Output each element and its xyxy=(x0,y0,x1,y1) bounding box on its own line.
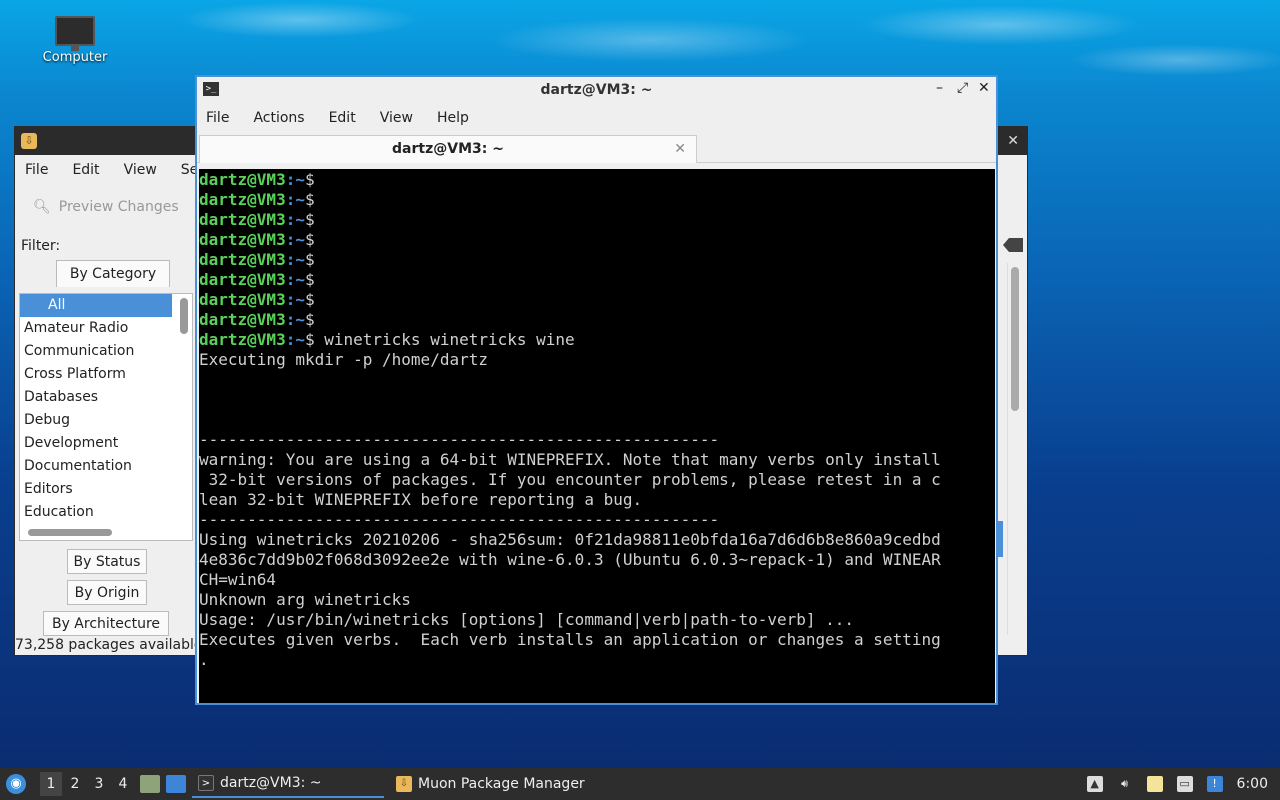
terminal-prompt-line: dartz@VM3:~$ xyxy=(199,210,315,229)
task-muon-label: Muon Package Manager xyxy=(418,776,585,792)
list-item[interactable]: Documentation xyxy=(20,455,172,478)
terminal-prompt-line: dartz@VM3:~$ xyxy=(199,310,315,329)
terminal-window: >_ dartz@VM3: ~ – ⤢ ✕ File Actions Edit … xyxy=(195,75,998,705)
app-menu-icon[interactable]: ◉ xyxy=(6,774,26,794)
terminal-tab[interactable]: dartz@VM3: ~ ✕ xyxy=(199,135,697,163)
terminal-tab-label: dartz@VM3: ~ xyxy=(392,141,504,157)
task-muon[interactable]: ⇩ Muon Package Manager xyxy=(390,770,591,798)
desktop-computer-icon[interactable]: Computer xyxy=(38,16,112,65)
horizontal-scrollbar[interactable] xyxy=(28,529,112,536)
file-manager-icon[interactable] xyxy=(140,775,160,793)
tab-by-architecture[interactable]: By Architecture xyxy=(43,611,169,636)
notification-icon[interactable]: ! xyxy=(1206,776,1223,792)
vertical-scrollbar[interactable] xyxy=(180,298,188,334)
terminal-menubar: File Actions Edit View Help xyxy=(197,103,996,133)
package-icon: ⇩ xyxy=(396,776,412,792)
terminal-icon: >_ xyxy=(203,82,219,96)
terminal-menu-view[interactable]: View xyxy=(380,110,413,126)
task-terminal[interactable]: > dartz@VM3: ~ xyxy=(192,770,384,798)
clipboard-icon[interactable] xyxy=(1146,776,1163,792)
terminal-output[interactable]: dartz@VM3:~$ dartz@VM3:~$ dartz@VM3:~$ dart… xyxy=(199,169,995,703)
terminal-tabbar: dartz@VM3: ~ ✕ xyxy=(197,133,996,163)
list-item[interactable]: Debug xyxy=(20,409,172,432)
desktop-icon-label: Computer xyxy=(42,50,108,65)
terminal-output-line: . xyxy=(199,650,209,669)
terminal-output-line: CH=win64 xyxy=(199,570,277,589)
workspace-3[interactable]: 3 xyxy=(88,772,110,796)
muon-menu-edit[interactable]: Edit xyxy=(72,162,111,178)
list-item[interactable]: Amateur Radio xyxy=(20,317,172,340)
terminal-prompt-line: dartz@VM3:~$ xyxy=(199,230,315,249)
terminal-prompt-line: dartz@VM3:~$ xyxy=(199,270,315,289)
terminal-icon: > xyxy=(198,775,214,791)
terminal-prompt-line: dartz@VM3:~$ xyxy=(199,290,315,309)
terminal-menu-actions[interactable]: Actions xyxy=(253,110,304,126)
terminal-output-line: ----------------------------------------… xyxy=(199,510,720,529)
close-icon[interactable]: ✕ xyxy=(978,80,990,96)
terminal-prompt-line: dartz@VM3:~$ xyxy=(199,250,315,269)
list-item[interactable]: Development xyxy=(20,432,172,455)
filter-label: Filter: xyxy=(21,238,61,254)
list-item[interactable]: Editors xyxy=(20,478,172,501)
workspace-4[interactable]: 4 xyxy=(112,772,134,796)
muon-menu-view[interactable]: View xyxy=(124,162,169,178)
preview-changes-button[interactable]: 🔍︎ Preview Changes xyxy=(33,199,179,215)
volume-icon[interactable]: 🔊︎ xyxy=(1117,776,1133,792)
clock[interactable]: 6:00 xyxy=(1237,776,1268,792)
task-terminal-label: dartz@VM3: ~ xyxy=(220,775,322,791)
packages-status: 73,258 packages available, xyxy=(15,637,207,653)
terminal-prompt-line: dartz@VM3:~$ xyxy=(199,190,315,209)
terminal-output-line: warning: You are using a 64-bit WINEPREF… xyxy=(199,450,941,469)
category-list: All Amateur Radio Communication Cross Pl… xyxy=(19,293,193,541)
terminal-menu-file[interactable]: File xyxy=(206,110,229,126)
minimize-icon[interactable]: – xyxy=(936,80,943,96)
package-list-scrollbar[interactable] xyxy=(1011,267,1019,411)
system-tray: ▲ 🔊︎ ▭ ! 6:00 xyxy=(1086,776,1280,792)
network-icon[interactable]: ▭ xyxy=(1176,776,1193,792)
list-item[interactable]: Education xyxy=(20,501,172,524)
terminal-output-line: lean 32-bit WINEPREFIX before reporting … xyxy=(199,490,643,509)
terminal-prompt-line: dartz@VM3:~$ xyxy=(199,170,315,189)
terminal-title: dartz@VM3: ~ xyxy=(540,82,653,98)
muon-menu-file[interactable]: File xyxy=(25,162,60,178)
terminal-menu-help[interactable]: Help xyxy=(437,110,469,126)
terminal-output-line: Unknown arg winetricks xyxy=(199,590,411,609)
terminal-prompt-line: dartz@VM3:~$ winetricks winetricks wine xyxy=(199,330,575,349)
package-icon: ⇩ xyxy=(21,133,37,149)
terminal-output-line: 4e836c7dd9b02f068d3092ee2e with wine-6.0… xyxy=(199,550,941,569)
updates-icon[interactable]: ▲ xyxy=(1086,776,1103,792)
terminal-output-line: 32-bit versions of packages. If you enco… xyxy=(199,470,941,489)
monitor-icon xyxy=(55,16,95,51)
tab-by-status[interactable]: By Status xyxy=(67,549,147,574)
terminal-output-line: ----------------------------------------… xyxy=(199,430,720,449)
maximize-icon[interactable]: ⤢ xyxy=(957,80,968,96)
terminal-output-line: Executing mkdir -p /home/dartz xyxy=(199,350,488,369)
terminal-titlebar[interactable]: >_ dartz@VM3: ~ – ⤢ ✕ xyxy=(197,77,996,103)
clear-filter-icon[interactable] xyxy=(1003,238,1023,252)
tab-by-category[interactable]: By Category xyxy=(56,260,170,287)
tab-by-origin[interactable]: By Origin xyxy=(67,580,147,605)
terminal-output-line: Executes given verbs. Each verb installs… xyxy=(199,630,941,649)
terminal-output-line: Using winetricks 20210206 - sha256sum: 0… xyxy=(199,530,941,549)
close-icon[interactable]: ✕ xyxy=(1007,133,1019,149)
terminal-output-line: Usage: /usr/bin/winetricks [options] [co… xyxy=(199,610,855,629)
list-item[interactable]: Cross Platform xyxy=(20,363,172,386)
terminal-menu-edit[interactable]: Edit xyxy=(329,110,356,126)
workspace-2[interactable]: 2 xyxy=(64,772,86,796)
list-item[interactable]: All xyxy=(20,294,172,317)
search-icon: 🔍︎ xyxy=(33,199,51,215)
list-item[interactable]: Databases xyxy=(20,386,172,409)
show-desktop-icon[interactable] xyxy=(166,775,186,793)
list-item[interactable]: Communication xyxy=(20,340,172,363)
preview-changes-label: Preview Changes xyxy=(58,199,179,215)
taskbar: ◉ 1 2 3 4 > dartz@VM3: ~ ⇩ Muon Package … xyxy=(0,768,1280,800)
close-tab-icon[interactable]: ✕ xyxy=(674,136,686,162)
workspace-1[interactable]: 1 xyxy=(40,772,62,796)
